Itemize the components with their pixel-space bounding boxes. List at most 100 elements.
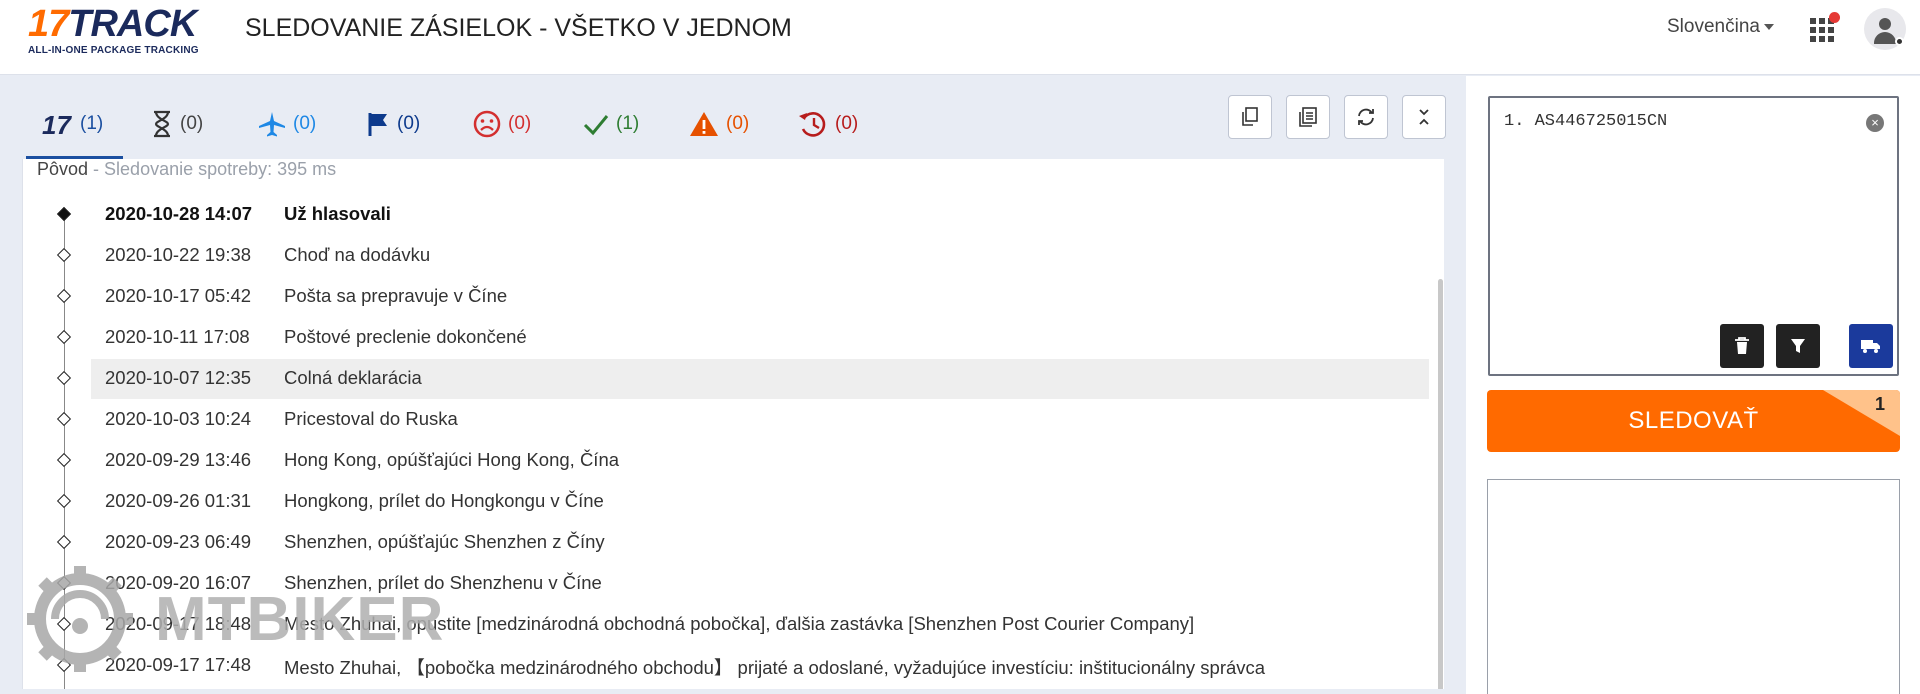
notification-dot — [1829, 12, 1840, 23]
origin-label: Pôvod — [37, 159, 89, 179]
tab-count: (0) — [726, 113, 750, 134]
event-desc: Shenzhen, opúšťajúc Shenzhen z Číny — [284, 531, 605, 552]
event-desc: Pricestoval do Ruska — [284, 408, 458, 429]
tab-count: (0) — [508, 113, 532, 134]
airplane-icon — [259, 112, 285, 137]
timeline-diamond-icon — [56, 534, 72, 550]
event-row: 2020-09-26 01:31 Hongkong, prílet do Hon… — [23, 482, 1423, 522]
event-desc: Pošta sa prepravuje v Číne — [284, 285, 508, 306]
trash-icon — [1735, 337, 1749, 354]
flag-icon — [368, 113, 387, 136]
status-tabs: 17 (1) (0) (0) (0) (0) (1) (0) (0) — [20, 95, 1430, 160]
copy-icon — [1242, 107, 1258, 126]
tracking-numbers-input[interactable]: 1. AS446725015CN × — [1488, 96, 1899, 376]
event-desc: Poštové preclenie dokončené — [284, 326, 527, 347]
event-date: 2020-10-17 05:42 — [105, 285, 252, 306]
timeline-diamond-icon — [56, 370, 72, 386]
clear-icon[interactable]: × — [1866, 114, 1884, 132]
timeline-diamond-icon — [56, 288, 72, 304]
event-row: 2020-10-28 14:07 Už hlasovali — [23, 195, 1423, 235]
17track-logo-icon: 17 — [42, 110, 72, 138]
event-row: 2020-09-29 13:46 Hong Kong, opúšťajúci H… — [23, 441, 1423, 481]
language-selector[interactable]: Slovenčina — [1667, 16, 1774, 38]
svg-text:17: 17 — [42, 110, 72, 138]
hourglass-icon — [154, 110, 170, 138]
logo-tagline: ALL-IN-ONE PACKAGE TRACKING — [28, 45, 199, 56]
tab-in-transit[interactable]: (0) — [257, 101, 316, 147]
tracking-events-panel: Pôvod - Sledovanie spotreby: 395 ms 2020… — [22, 159, 1444, 689]
timeline-diamond-icon — [56, 575, 72, 591]
event-row: 2020-09-20 16:07 Shenzhen, prílet do She… — [23, 564, 1423, 604]
filter-icon — [1791, 339, 1805, 353]
caret-down-icon — [1763, 23, 1774, 30]
ad-placeholder-box — [1487, 479, 1900, 694]
filter-button[interactable] — [1776, 324, 1820, 368]
tab-undelivered[interactable]: (0) — [472, 101, 531, 147]
truck-icon — [1861, 340, 1880, 353]
refresh-button[interactable] — [1344, 95, 1388, 139]
event-desc: Shenzhen, prílet do Shenzhenu v Číne — [284, 572, 602, 593]
event-row: 2020-09-17 17:48 Mesto Zhuhai, 【pobočka … — [23, 646, 1423, 686]
event-row: 2020-09-17 18:48 Mesto Zhuhai, opustite … — [23, 605, 1423, 645]
event-date: 2020-09-17 17:48 — [105, 654, 252, 675]
delete-button[interactable] — [1720, 324, 1764, 368]
event-desc: Hong Kong, opúšťajúci Hong Kong, Čína — [284, 449, 620, 470]
event-row: 2020-10-17 05:42 Pošta sa prepravuje v Č… — [23, 277, 1423, 317]
event-date: 2020-10-03 10:24 — [105, 408, 252, 429]
event-desc: Mesto Zhuhai, opustite [medzinárodná obc… — [284, 613, 1195, 634]
carrier-button[interactable] — [1849, 324, 1893, 368]
event-row: 2020-10-22 19:38 Choď na dodávku — [23, 236, 1423, 276]
event-row: 2020-10-11 17:08 Poštové preclenie dokon… — [23, 318, 1423, 358]
events-scrollbar[interactable] — [1438, 279, 1443, 689]
tab-not-found[interactable]: (0) — [150, 101, 203, 147]
timeline-diamond-icon — [56, 452, 72, 468]
language-label: Slovenčina — [1667, 16, 1760, 37]
tracking-numbers-text: 1. AS446725015CN — [1504, 112, 1668, 131]
event-date: 2020-09-17 18:48 — [105, 613, 252, 634]
event-desc: Už hlasovali — [284, 203, 391, 224]
logo-wordmark: 17TRACK — [28, 3, 197, 45]
timeline-diamond-icon — [56, 206, 72, 222]
history-icon — [799, 112, 826, 137]
copy-button[interactable] — [1228, 95, 1272, 139]
event-row: 2020-09-23 06:49 Shenzhen, opúšťajúc She… — [23, 523, 1423, 563]
tracking-timing: - Sledovanie spotreby: 395 ms — [88, 159, 337, 179]
event-date: 2020-10-22 19:38 — [105, 244, 252, 265]
top-header: 17TRACK ALL-IN-ONE PACKAGE TRACKING SLED… — [0, 0, 1920, 75]
event-date: 2020-10-28 14:07 — [105, 203, 253, 224]
tab-expired[interactable]: (0) — [797, 101, 858, 147]
tab-alert[interactable]: (0) — [688, 101, 749, 147]
sad-face-icon — [473, 110, 501, 138]
event-row-hovered: 2020-10-07 12:35 Colná deklarácia — [23, 359, 1429, 399]
event-date: 2020-09-23 06:49 — [105, 531, 252, 552]
tab-count: (0) — [293, 113, 317, 134]
events-header: Pôvod - Sledovanie spotreby: 395 ms — [37, 159, 336, 180]
clipboard-list-icon — [1299, 107, 1317, 127]
17track-logo[interactable]: 17TRACK ALL-IN-ONE PACKAGE TRACKING — [28, 3, 208, 56]
tab-count: (1) — [80, 113, 104, 134]
event-desc: Hongkong, prílet do Hongkongu v Číne — [284, 490, 604, 511]
timeline-diamond-icon — [56, 616, 72, 632]
timeline-diamond-icon — [56, 411, 72, 427]
tab-delivered[interactable]: (1) — [582, 101, 639, 147]
track-button-label: SLEDOVAŤ — [1628, 407, 1759, 434]
timeline-diamond-icon — [56, 493, 72, 509]
event-desc: Colná deklarácia — [284, 367, 422, 388]
tab-count: (0) — [180, 113, 204, 134]
event-date: 2020-09-29 13:46 — [105, 449, 252, 470]
tab-pick-up[interactable]: (0) — [365, 101, 420, 147]
track-button[interactable]: 1 SLEDOVAŤ — [1487, 390, 1900, 452]
warning-icon — [690, 112, 718, 136]
collapse-button[interactable] — [1402, 95, 1446, 139]
event-date: 2020-10-11 17:08 — [105, 326, 250, 347]
copy-details-button[interactable] — [1286, 95, 1330, 139]
event-row: 2020-10-03 10:24 Pricestoval do Ruska — [23, 400, 1423, 440]
event-date: 2020-09-20 16:07 — [105, 572, 252, 593]
timeline-diamond-icon — [56, 247, 72, 263]
event-date: 2020-09-26 01:31 — [105, 490, 252, 511]
page-title: SLEDOVANIE ZÁSIELOK - VŠETKO V JEDNOM — [245, 14, 792, 42]
tab-all[interactable]: 17 (1) — [25, 101, 124, 159]
check-icon — [583, 115, 609, 136]
event-desc: Mesto Zhuhai, 【pobočka medzinárodného ob… — [284, 657, 1266, 678]
refresh-icon — [1358, 108, 1374, 126]
